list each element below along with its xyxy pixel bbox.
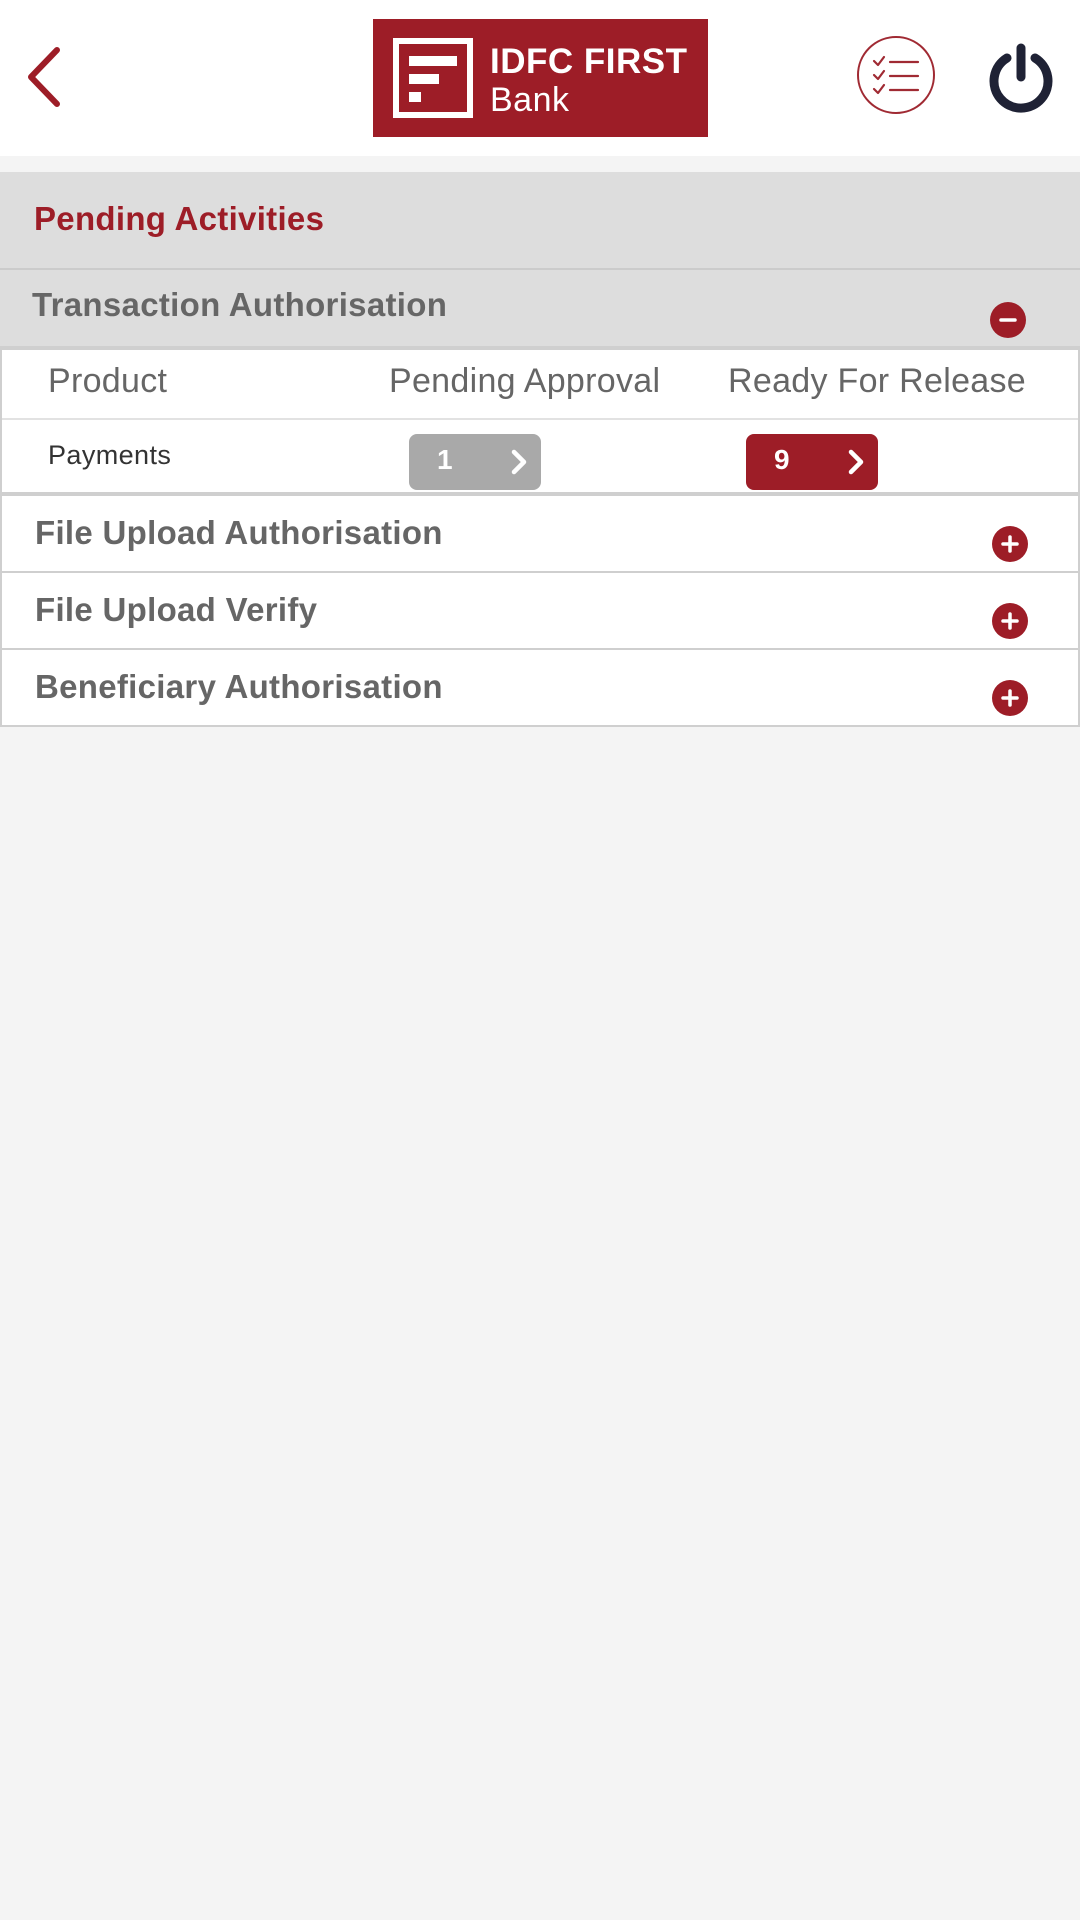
logo-mark-icon xyxy=(393,38,473,118)
column-header-pending-approval: Pending Approval xyxy=(389,362,661,400)
logout-button[interactable] xyxy=(984,40,1058,116)
expand-icon[interactable] xyxy=(992,526,1028,562)
table-row: Payments 1 9 xyxy=(2,420,1078,494)
back-button[interactable] xyxy=(18,42,68,112)
column-header-ready-for-release: Ready For Release xyxy=(728,362,1027,400)
tasks-button[interactable] xyxy=(857,36,935,114)
transaction-authorisation-table: Product Pending Approval Ready For Relea… xyxy=(0,348,1080,496)
pending-activities-header: Pending Activities xyxy=(0,172,1080,270)
ready-for-release-button[interactable]: 9 xyxy=(746,434,878,490)
column-header-product: Product xyxy=(48,362,168,400)
logo-line-2: Bank xyxy=(490,81,570,119)
pending-approval-count: 1 xyxy=(437,444,453,475)
activities-accordion: Transaction Authorisation Product Pendin… xyxy=(0,270,1080,727)
accordion-title: File Upload Authorisation xyxy=(35,514,443,551)
power-icon xyxy=(989,43,1053,113)
ready-for-release-count: 9 xyxy=(774,444,790,475)
expand-icon[interactable] xyxy=(992,680,1028,716)
expand-icon[interactable] xyxy=(992,603,1028,639)
product-name: Payments xyxy=(48,440,172,470)
page-title: Pending Activities xyxy=(34,200,325,237)
table-header: Product Pending Approval Ready For Relea… xyxy=(2,348,1078,420)
chevron-left-icon xyxy=(28,47,60,107)
accordion-title: Beneficiary Authorisation xyxy=(35,668,443,705)
checklist-icon xyxy=(872,55,920,95)
chevron-right-icon xyxy=(848,449,864,475)
chevron-right-icon xyxy=(511,449,527,475)
pending-approval-button[interactable]: 1 xyxy=(409,434,541,490)
logo-text: IDFC FIRST Bank xyxy=(490,42,688,120)
logo-line-1: IDFC FIRST xyxy=(490,42,688,81)
accordion-title: Transaction Authorisation xyxy=(32,286,448,323)
accordion-file-upload-authorisation[interactable]: File Upload Authorisation xyxy=(0,496,1080,573)
collapse-icon[interactable] xyxy=(990,302,1026,338)
app-header: IDFC FIRST Bank xyxy=(0,0,1080,156)
accordion-title: File Upload Verify xyxy=(35,591,318,628)
accordion-beneficiary-authorisation[interactable]: Beneficiary Authorisation xyxy=(0,650,1080,727)
accordion-file-upload-verify[interactable]: File Upload Verify xyxy=(0,573,1080,650)
accordion-transaction-authorisation[interactable]: Transaction Authorisation xyxy=(0,270,1080,348)
idfc-first-bank-logo: IDFC FIRST Bank xyxy=(373,19,708,137)
